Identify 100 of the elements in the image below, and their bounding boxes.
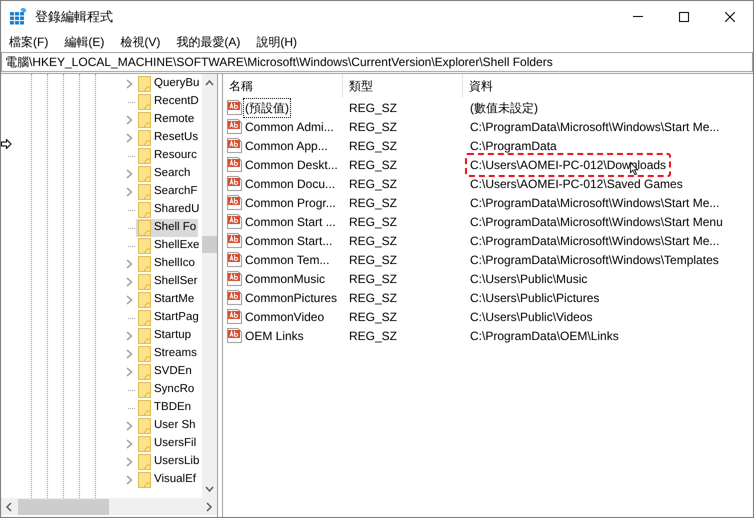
folder-icon <box>138 364 151 380</box>
string-value-icon <box>227 309 242 324</box>
table-cell-text: REG_SZ <box>348 270 398 288</box>
tree-item[interactable]: ResetUs <box>136 129 200 147</box>
tree-item[interactable]: Shell Fo <box>136 219 198 237</box>
menu-item[interactable]: 我的最愛(A) <box>168 32 248 51</box>
string-value-icon <box>227 176 242 191</box>
menu-item[interactable]: 檔案(F) <box>1 32 56 51</box>
table-cell: (預設值) <box>243 98 291 118</box>
table-cell-text: (數值未設定) <box>469 100 539 116</box>
tree-item[interactable]: StartPag <box>136 309 201 327</box>
table-cell-text: REG_SZ <box>348 118 398 136</box>
table-cell-text: C:\Users\Public\Pictures <box>469 290 600 306</box>
tree-item[interactable]: Startup <box>136 327 194 345</box>
folder-icon <box>138 184 151 200</box>
table-cell-text: REG_SZ <box>348 308 398 326</box>
table-cell-text: Common Admi... <box>244 118 335 136</box>
table-cell-text: C:\ProgramData\Microsoft\Windows\Start Me... <box>469 232 720 250</box>
folder-icon <box>138 382 151 398</box>
table-cell-text: Common Deskt... <box>244 156 339 174</box>
window-title: 登錄編輯程式 <box>35 8 113 26</box>
string-value-icon <box>227 214 242 229</box>
folder-icon <box>138 400 151 416</box>
scrollbar-thumb[interactable] <box>202 236 217 253</box>
table-cell-text: C:\Users\Public\Videos <box>469 308 594 326</box>
tree-item[interactable]: RecentD <box>136 93 201 111</box>
table-cell-text: Common Start ... <box>244 214 337 230</box>
string-value-icon <box>227 138 242 153</box>
menu-item[interactable]: 編輯(E) <box>56 32 112 51</box>
maximize-icon <box>679 12 689 22</box>
table-cell-text: REG_SZ <box>348 194 398 212</box>
table-cell-text: Common Docu... <box>244 176 336 192</box>
address-bar[interactable]: 電腦\HKEY_LOCAL_MACHINE\SOFTWARE\Microsoft\Windows\CurrentVersion\Explorer\Shell Folders <box>1 52 753 72</box>
tree-item[interactable]: TBDEn <box>136 399 194 417</box>
folder-icon <box>138 130 151 146</box>
tree-item[interactable]: SVDEn <box>136 363 194 381</box>
close-icon <box>725 12 735 22</box>
table-cell-text: REG_SZ <box>348 214 398 230</box>
tree-item[interactable]: Search <box>136 165 192 183</box>
tree-item[interactable]: ShellExe <box>136 237 202 255</box>
folder-icon <box>138 274 151 290</box>
tree-item[interactable]: SharedU <box>136 201 202 219</box>
tree-item[interactable]: ShellSer <box>136 273 200 291</box>
table-cell-text: C:\Users\Public\Music <box>469 270 588 288</box>
string-value-icon <box>227 328 242 343</box>
folder-icon <box>138 112 151 128</box>
minimize-icon <box>633 16 643 17</box>
table-cell-text: Common App... <box>244 138 329 154</box>
folder-icon <box>138 310 151 326</box>
folder-icon <box>138 436 151 452</box>
folder-icon <box>138 166 151 182</box>
table-cell-text: REG_SZ <box>348 100 398 116</box>
tree-item[interactable]: User Sh <box>136 417 198 435</box>
string-value-icon <box>227 252 242 267</box>
folder-icon <box>138 418 151 434</box>
folder-icon <box>138 202 151 218</box>
table-cell-text: Common Progr... <box>244 194 337 212</box>
string-value-icon <box>227 119 242 134</box>
tree-item[interactable]: Streams <box>136 345 199 363</box>
tree-item[interactable]: VisualEf <box>136 471 198 489</box>
menu-item[interactable]: 說明(H) <box>248 32 305 51</box>
table-cell-text: REG_SZ <box>348 328 398 344</box>
tree-item[interactable]: Resourc <box>136 147 199 165</box>
tree-item[interactable]: Remote <box>136 111 196 129</box>
folder-icon <box>138 220 151 236</box>
table-cell-text: REG_SZ <box>348 232 398 250</box>
chevron-icon[interactable] <box>126 79 132 89</box>
table-cell-text: C:\Users\AOMEI-PC-012\Saved Games <box>469 176 684 192</box>
folder-icon <box>138 472 151 488</box>
string-value-icon <box>227 157 242 172</box>
column-header[interactable]: 類型 <box>343 74 463 98</box>
tree-item[interactable]: SyncRo <box>136 381 196 399</box>
folder-icon <box>138 454 151 470</box>
menu-item[interactable]: 檢視(V) <box>112 32 168 51</box>
table-cell-text: OEM Links <box>244 328 305 344</box>
scroll-left-icon[interactable] <box>5 502 14 512</box>
scrollbar-thumb[interactable] <box>18 498 109 514</box>
tree-item[interactable]: StartMe <box>136 291 196 309</box>
string-value-icon <box>227 100 242 115</box>
vertical-scrollbar[interactable] <box>202 74 217 498</box>
tree-item[interactable]: SearchF <box>136 183 200 201</box>
tree-item[interactable]: UsersFil <box>136 435 198 453</box>
table-cell-text: C:\ProgramData <box>469 138 558 154</box>
table-cell-text: C:\ProgramData\OEM\Links <box>469 328 620 344</box>
tree-item[interactable]: UsersLib <box>136 453 202 471</box>
folder-icon <box>138 76 151 92</box>
tree-item[interactable]: ShellIco <box>136 255 197 273</box>
string-value-icon <box>227 271 242 286</box>
table-cell-text: REG_SZ <box>348 290 398 306</box>
table-cell-text: REG_SZ <box>348 138 398 154</box>
column-header[interactable]: 資料 <box>463 74 753 98</box>
tree-item[interactable]: QueryBu <box>136 75 202 93</box>
scroll-right-icon[interactable] <box>204 502 213 512</box>
folder-icon <box>138 148 151 164</box>
horizontal-scrollbar[interactable] <box>1 498 217 515</box>
table-cell-text: C:\ProgramData\Microsoft\Windows\Start Menu <box>469 214 724 230</box>
table-cell-text: C:\ProgramData\Microsoft\Windows\Start Me... <box>469 118 720 136</box>
column-header[interactable]: 名稱 <box>223 74 343 98</box>
registry-editor-icon <box>9 8 27 26</box>
table-cell-text: Common Start... <box>244 232 334 250</box>
